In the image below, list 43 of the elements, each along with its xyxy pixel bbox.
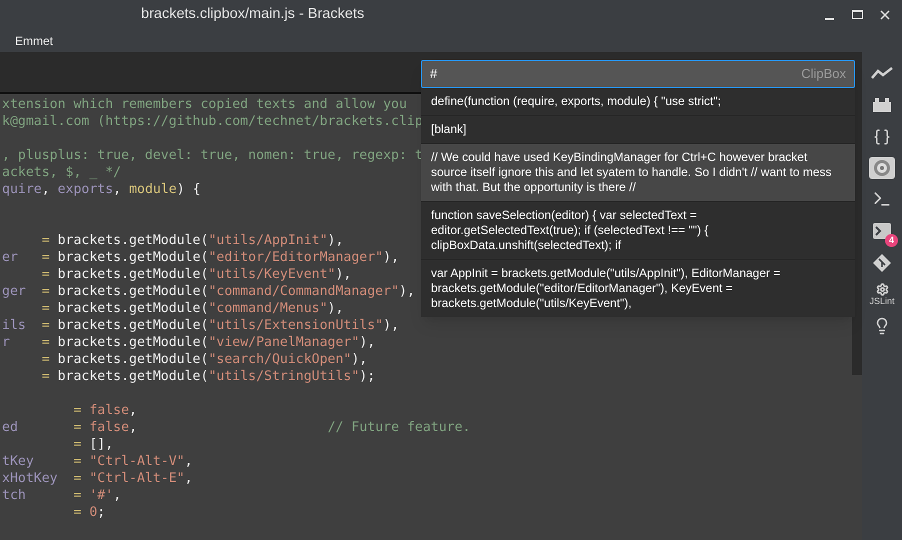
code-line: = false,: [72, 402, 137, 419]
clip-item[interactable]: // We could have used KeyBindingManager for Ctrl+C however bracket source itself ignore this and let syatem to handle. So I didn't // want to mess with that. But the opportunity is there //: [421, 143, 855, 201]
search-query: #: [430, 65, 438, 84]
git-icon: [873, 254, 891, 272]
clip-item[interactable]: var AppInit = brackets.getModule("utils/AppInit"), EditorManager = brackets.getModule("editor/EditorManager"), KeyEvent = brackets.getModule("utils/KeyEvent"),: [421, 259, 855, 317]
code-line: tKey = "Ctrl-Alt-V",: [1, 453, 193, 470]
code-line: xHotKey = "Ctrl-Alt-E",: [1, 470, 193, 487]
code-line: ackets, $, _ */: [1, 164, 122, 181]
console-icon: [873, 223, 891, 239]
code-line: ger = brackets.getModule("command/CommandManager"),: [1, 283, 415, 300]
disc-icon: [873, 159, 891, 177]
code-line: = [],: [72, 436, 114, 453]
code-line: k@gmail.com (https://github.com/technet/brackets.clip: [1, 113, 423, 130]
code-line: ils = brackets.getModule("utils/ExtensionUtils"),: [1, 317, 400, 334]
code-line: r = brackets.getModule("view/PanelManager"),: [1, 334, 376, 351]
clip-item[interactable]: [blank]: [421, 115, 855, 143]
code-line: = brackets.getModule("utils/AppInit"),: [40, 232, 344, 249]
code-line: , plusplus: true, devel: true, nomen: true, regexp: t: [1, 147, 423, 164]
code-line: = brackets.getModule("command/Menus"),: [40, 300, 344, 317]
code-line: = brackets.getModule("utils/StringUtils");: [40, 368, 376, 385]
clip-item[interactable]: function saveSelection(editor) { var selectedText = editor.getSelectedText(true); if (selectedText !== "") { clipBoxData.unshift(selectedText); if: [421, 201, 855, 259]
code-line: = 0;: [72, 504, 106, 521]
notification-badge: 4: [885, 234, 898, 247]
code-line: er = brackets.getModule("editor/EditorManager"),: [1, 249, 400, 266]
code-line: quire, exports, module) {: [1, 181, 201, 198]
maximize-button[interactable]: [850, 8, 864, 22]
jslint-button[interactable]: JSLint: [867, 283, 897, 306]
code-line: = brackets.getModule("utils/KeyEvent"),: [40, 266, 352, 283]
window-title: brackets.clipbox/main.js - Brackets: [141, 4, 364, 24]
sidebar-tool-button[interactable]: [869, 157, 895, 179]
code-line: = brackets.getModule("search/QuickOpen"),: [40, 351, 368, 368]
clipbox-search-field[interactable]: # ClipBox: [421, 60, 855, 88]
menu-item[interactable]: Emmet: [15, 32, 54, 50]
braces-icon: [873, 128, 891, 146]
code-line: ed = false, // Future feature.: [1, 419, 470, 436]
clipbox-label: ClipBox: [801, 65, 846, 84]
clip-item[interactable]: define(function (require, exports, module) { "use strict";: [421, 88, 855, 115]
code-line: xtension which remembers copied texts and allow you: [1, 96, 407, 113]
code-line: tch = '#',: [1, 487, 122, 504]
close-button[interactable]: [878, 8, 892, 22]
gear-icon: [876, 283, 888, 296]
brick-icon: [872, 97, 892, 113]
line-graph-icon: [871, 66, 893, 80]
